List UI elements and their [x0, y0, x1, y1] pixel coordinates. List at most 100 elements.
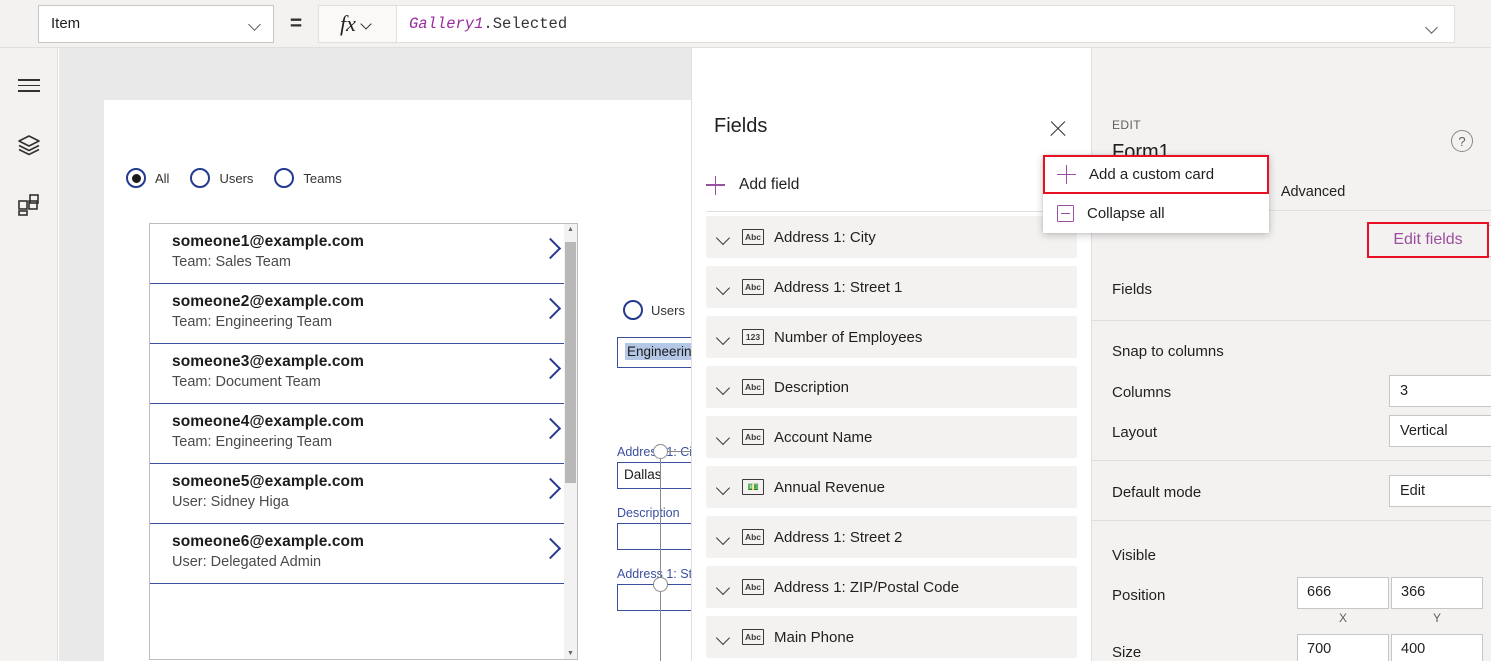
formula-expand-chevron-down-icon[interactable] — [1426, 20, 1440, 34]
text-type-icon: Abc — [742, 379, 764, 395]
fields-panel-title: Fields — [714, 115, 767, 138]
fields-panel-divider — [706, 211, 1077, 212]
formula-input[interactable]: Gallery1.Selected — [396, 5, 1455, 43]
layout-dropdown[interactable]: Vertical — [1389, 415, 1491, 447]
chevron-right-icon[interactable] — [542, 360, 557, 375]
columns-dropdown[interactable]: 3 — [1389, 375, 1491, 407]
insert-button[interactable] — [0, 182, 58, 228]
radio-teams[interactable] — [274, 168, 294, 188]
collapse-icon — [1057, 205, 1074, 222]
menu-item-label: Add a custom card — [1089, 166, 1214, 183]
fields-list: Abc Address 1: City Abc Address 1: Stree… — [706, 216, 1077, 661]
gallery-row[interactable]: someone2@example.com Team: Engineering T… — [150, 284, 577, 344]
scroll-down-arrow-icon[interactable]: ▼ — [567, 650, 574, 657]
chevron-right-icon[interactable] — [542, 300, 557, 315]
radio-users-2-label: Users — [651, 303, 685, 318]
fx-button[interactable]: fx — [318, 5, 396, 43]
formula-token-control: Gallery1 — [409, 15, 483, 33]
chevron-down-icon[interactable] — [716, 329, 732, 345]
tree-view-button[interactable] — [0, 122, 58, 168]
layout-value: Vertical — [1400, 423, 1491, 439]
field-label: Main Phone — [774, 629, 854, 646]
gallery-scroll-thumb[interactable] — [565, 242, 576, 483]
gallery-row-subtitle: Team: Document Team — [172, 374, 577, 390]
field-label: Account Name — [774, 429, 872, 446]
gallery-row-subtitle: Team: Engineering Team — [172, 314, 577, 330]
formula-token-property: .Selected — [483, 15, 567, 33]
chevron-down-icon[interactable] — [716, 229, 732, 245]
radio-all[interactable] — [126, 168, 146, 188]
field-list-item[interactable]: Abc Description — [706, 366, 1077, 408]
radio-teams-label: Teams — [303, 171, 341, 186]
field-label: Number of Employees — [774, 329, 922, 346]
gallery-row-subtitle: User: Sidney Higa — [172, 494, 577, 510]
help-icon[interactable]: ? — [1451, 130, 1473, 152]
field-list-item[interactable]: Abc Main Phone — [706, 616, 1077, 658]
field-list-item[interactable]: Abc Address 1: Street 1 — [706, 266, 1077, 308]
gallery-control[interactable]: someone1@example.com Team: Sales Team so… — [149, 223, 578, 660]
text-type-icon: Abc — [742, 229, 764, 245]
gallery-row[interactable]: someone1@example.com Team: Sales Team — [150, 224, 577, 284]
gallery-row[interactable]: someone4@example.com Team: Engineering T… — [150, 404, 577, 464]
field-list-item[interactable]: Abc Address 1: ZIP/Postal Code — [706, 566, 1077, 608]
divider — [1092, 320, 1491, 321]
position-x-sublabel: X — [1297, 611, 1389, 625]
gallery-scrollbar[interactable]: ▲ ▼ — [564, 224, 577, 659]
text-type-icon: Abc — [742, 579, 764, 595]
chevron-right-icon[interactable] — [542, 540, 557, 555]
add-field-button[interactable]: Add field — [706, 168, 799, 202]
chevron-down-icon[interactable] — [716, 629, 732, 645]
scroll-up-arrow-icon[interactable]: ▲ — [567, 226, 574, 233]
resize-handle-middle-left[interactable] — [653, 577, 668, 592]
position-x-input[interactable]: 666 — [1297, 577, 1389, 609]
position-y-input[interactable]: 366 — [1391, 577, 1483, 609]
chevron-down-icon[interactable] — [716, 529, 732, 545]
default-mode-label: Default mode — [1112, 484, 1201, 501]
chevron-down-icon[interactable] — [716, 429, 732, 445]
chevron-right-icon[interactable] — [542, 240, 557, 255]
field-list-item[interactable]: Abc Address 1: City — [706, 216, 1077, 258]
resize-handle-top-left[interactable] — [653, 444, 668, 459]
power-apps-studio: Item = fx Gallery1.Selected — [0, 0, 1491, 661]
number-type-icon: 123 — [742, 329, 764, 345]
radio-all-label: All — [155, 171, 169, 186]
field-list-item[interactable]: 💵 Annual Revenue — [706, 466, 1077, 508]
gallery-row[interactable]: someone5@example.com User: Sidney Higa — [150, 464, 577, 524]
snap-to-columns-toggle-wrap[interactable]: On — [1389, 339, 1491, 361]
gallery-row-subtitle: User: Delegated Admin — [172, 554, 577, 570]
size-width-input[interactable]: 700 — [1297, 634, 1389, 661]
radio-users-2[interactable] — [623, 300, 643, 320]
field-list-item[interactable]: Abc Address 1: Street 2 — [706, 516, 1077, 558]
chevron-right-icon[interactable] — [542, 420, 557, 435]
field-list-item[interactable]: Abc Account Name — [706, 416, 1077, 458]
text-type-icon: Abc — [742, 629, 764, 645]
properties-panel: EDIT Form1 ? Properties Rules Advanced A… — [1092, 48, 1491, 661]
fields-panel-close-button[interactable] — [1045, 116, 1071, 142]
gallery-row-subtitle: Team: Sales Team — [172, 254, 577, 270]
gallery-row[interactable]: someone3@example.com Team: Document Team — [150, 344, 577, 404]
chevron-right-icon[interactable] — [542, 480, 557, 495]
filter-radio-group[interactable]: All Users Teams — [126, 168, 354, 188]
field-label: Annual Revenue — [774, 479, 885, 496]
chevron-down-icon[interactable] — [716, 479, 732, 495]
chevron-down-icon[interactable] — [716, 579, 732, 595]
menu-item-add-custom-card[interactable]: Add a custom card — [1043, 155, 1269, 194]
field-list-item[interactable]: 123 Number of Employees — [706, 316, 1077, 358]
menu-icon-button[interactable] — [0, 62, 58, 108]
visible-toggle-wrap[interactable]: On — [1389, 543, 1491, 565]
gallery-row[interactable]: someone6@example.com User: Delegated Adm… — [150, 524, 577, 584]
divider — [1092, 520, 1491, 521]
size-height-input[interactable]: 400 — [1391, 634, 1483, 661]
edit-fields-button[interactable]: Edit fields — [1367, 222, 1489, 258]
chevron-down-icon[interactable] — [716, 379, 732, 395]
text-type-icon: Abc — [742, 529, 764, 545]
chevron-down-icon[interactable] — [716, 279, 732, 295]
radio-users[interactable] — [190, 168, 210, 188]
field-label: Address 1: ZIP/Postal Code — [774, 579, 959, 596]
tab-advanced[interactable]: Advanced — [1281, 184, 1346, 206]
gallery-row-title: someone6@example.com — [172, 533, 577, 551]
menu-item-collapse-all[interactable]: Collapse all — [1043, 194, 1269, 233]
property-select[interactable]: Item — [38, 5, 274, 43]
default-mode-dropdown[interactable]: Edit — [1389, 475, 1491, 507]
text-type-icon: Abc — [742, 279, 764, 295]
